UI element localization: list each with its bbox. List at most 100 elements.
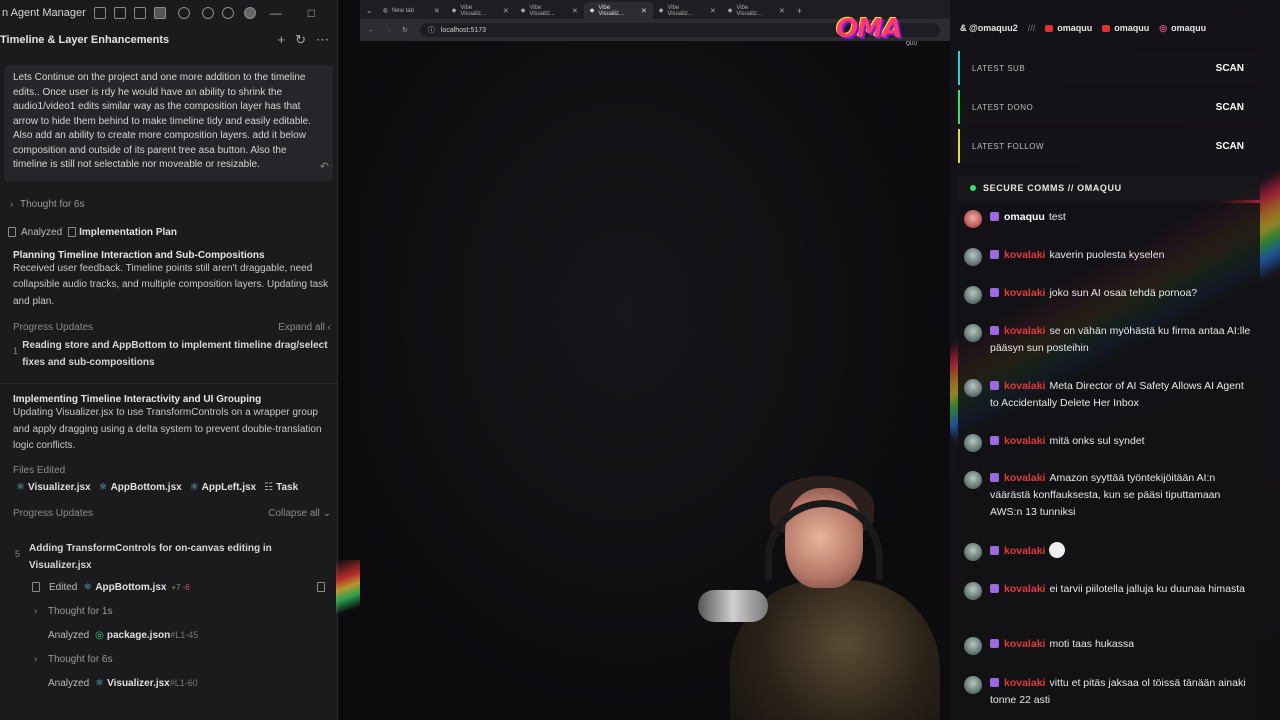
file-chip-task[interactable]: ☷ Task (264, 482, 298, 493)
microphone-icon (698, 590, 768, 622)
edited-label: Edited (49, 581, 78, 593)
analyzed-file-link[interactable]: Implementation Plan (79, 227, 177, 238)
line-range: #L1-45 (170, 630, 199, 640)
sidebar-right-icon[interactable] (153, 7, 166, 19)
stat-label: LATEST FOLLOW (972, 141, 1044, 151)
tab-favicon-icon: ◆ (520, 8, 526, 14)
analyzed-file-link[interactable]: Visualizer.jsx (107, 678, 170, 689)
chat-message: kovalaki joko sun AI osaa tehdä pornoa? (964, 285, 1254, 304)
minimize-button[interactable]: — (270, 6, 282, 20)
emote-icon (1049, 542, 1066, 558)
conversation-header: Timeline & Layer Enhancements + ↻ ⋯ (0, 26, 337, 54)
search-icon[interactable] (177, 7, 190, 19)
tab-list-icon[interactable]: ⌄ (360, 6, 377, 19)
chat-message: omaquu test (964, 209, 1254, 228)
progress-updates-label: Progress Updates (13, 322, 94, 333)
close-icon[interactable]: ✕ (779, 7, 785, 15)
react-icon: ⚛ (189, 481, 199, 493)
sidebar-left-icon[interactable] (113, 7, 126, 19)
reload-icon[interactable]: ↻ (402, 26, 408, 34)
file-chip-appleft[interactable]: ⚛ AppLeft.jsx (190, 482, 256, 493)
forward-icon[interactable]: → (385, 27, 392, 34)
thought-row-2[interactable]: › Thought for 1s (0, 606, 337, 617)
browser-tab[interactable]: ◆ Vibe Visualiz... ✕ (722, 2, 791, 19)
twitch-icon (990, 678, 999, 687)
react-icon: ⚛ (16, 481, 25, 493)
collapse-all-button[interactable]: Collapse all ⌄ (268, 508, 337, 519)
twitch-icon (990, 639, 999, 648)
chat-title: SECURE COMMS // OMAQUU (983, 183, 1122, 193)
chevron-right-icon: › (10, 198, 14, 210)
expand-all-button[interactable]: Expand all ‹ (278, 322, 337, 333)
step-text: Adding TransformControls for on-canvas e… (28, 542, 272, 571)
app-title: n Agent Manager (2, 7, 86, 19)
avatar[interactable] (243, 7, 256, 19)
ticker-separator: /// (1027, 23, 1036, 33)
chevron-right-icon: › (34, 653, 38, 665)
youtube-icon (1045, 25, 1054, 32)
thought-label: Thought for 1s (48, 605, 113, 617)
more-button[interactable]: ⋯ (316, 32, 329, 48)
chat-message: kovalaki Meta Director of AI Safety Allow… (964, 378, 1254, 412)
react-icon: ⚛ (83, 581, 93, 593)
section-body-implementing: Updating Visualizer.jsx to use Transform… (13, 407, 322, 451)
browser-tab[interactable]: ◆ Vibe Visualiz... ✕ (515, 2, 584, 19)
browser-tab[interactable]: ◍ New tab ✕ (377, 2, 446, 19)
new-tab-button[interactable]: + (791, 6, 810, 19)
back-icon[interactable]: ← (368, 27, 375, 34)
section-title-planning: Planning Timeline Interaction and Sub-Co… (13, 249, 265, 261)
thought-label: Thought for 6s (48, 653, 113, 665)
close-icon[interactable]: ✕ (503, 7, 509, 15)
analyzed-label: Analyzed (48, 629, 90, 641)
conversation-title: Timeline & Layer Enhancements (0, 34, 170, 46)
site-info-icon[interactable]: ⓘ (428, 25, 435, 35)
files-edited-list: ⚛ Visualizer.jsx ⚛ AppBottom.jsx ⚛ AppLeft.… (0, 482, 337, 493)
social-ticker: & @omaquu2 /// omaquu omaquu ◎ omaquu (960, 20, 1280, 36)
analyzed-label: Analyzed (48, 677, 90, 689)
twitch-icon (990, 584, 999, 593)
layout-icon[interactable] (93, 7, 106, 19)
twitch-icon (990, 212, 999, 221)
close-icon[interactable]: ✕ (641, 7, 647, 15)
close-icon[interactable]: ✕ (572, 7, 578, 15)
analyzed-label: Analyzed (21, 226, 63, 238)
browser-tab[interactable]: ◆ Vibe Visualiz... ✕ (653, 2, 722, 19)
undo-icon[interactable]: ↶ (320, 160, 329, 175)
globe-icon[interactable] (201, 7, 214, 19)
analyzed-row[interactable]: Analyzed Implementation Plan (0, 227, 337, 238)
maximize-button[interactable]: □ (308, 6, 315, 20)
step-number: 1 (13, 346, 19, 356)
analyzed-row-2[interactable]: Analyzed ◎ package.json #L1-45 (0, 630, 337, 641)
lines-removed: -6 (182, 582, 190, 592)
edited-row[interactable]: Edited ⚛ AppBottom.jsx +7 -6 (0, 582, 337, 593)
thought-row-3[interactable]: › Thought for 6s (0, 654, 337, 665)
agent-titlebar: n Agent Manager — □ (0, 0, 337, 26)
analyzed-file-link[interactable]: package.json (107, 630, 170, 641)
ticker-youtube: omaquu (1045, 23, 1092, 33)
analyzed-row-3[interactable]: Analyzed ⚛ Visualizer.jsx #L1-60 (0, 678, 337, 689)
gear-icon[interactable] (221, 7, 234, 19)
file-chip-visualizer[interactable]: ⚛ Visualizer.jsx (16, 482, 91, 493)
close-icon[interactable]: ✕ (434, 7, 440, 15)
browser-tab[interactable]: ◆ Vibe Visualiz... ✕ (446, 2, 515, 19)
history-button[interactable]: ↻ (295, 32, 306, 48)
thought-label: Thought for 6s (20, 198, 85, 210)
panel-bottom-icon[interactable] (133, 7, 146, 19)
step-text: Reading store and AppBottom to implement… (22, 340, 328, 368)
react-icon: ⚛ (95, 677, 105, 689)
browser-tab-active[interactable]: ◆ Vibe Visualiz... ✕ (583, 2, 653, 19)
twitch-icon (990, 288, 999, 297)
webcam-feed (690, 470, 945, 720)
new-chat-button[interactable]: + (278, 32, 286, 48)
stat-value: SCAN (1215, 101, 1244, 113)
ticker-youtube-2: omaquu (1102, 23, 1149, 33)
close-icon[interactable]: ✕ (710, 7, 716, 15)
open-diff-icon[interactable] (317, 582, 325, 592)
file-chip-appbottom[interactable]: ⚛ AppBottom.jsx (99, 482, 182, 493)
thought-row-1[interactable]: › Thought for 6s (0, 199, 337, 210)
youtube-icon (1102, 25, 1111, 32)
avatar (964, 286, 982, 304)
edited-file-link[interactable]: AppBottom.jsx (95, 582, 166, 593)
list-icon: ☷ (264, 481, 274, 493)
avatar (964, 210, 982, 228)
